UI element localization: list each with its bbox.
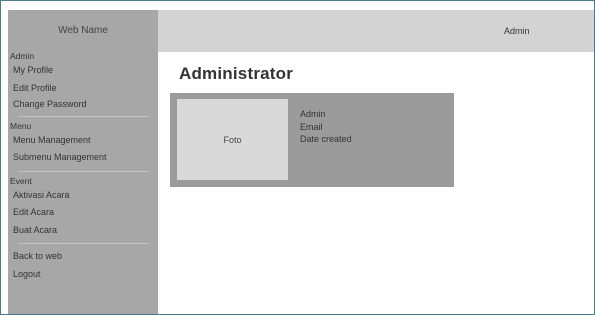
photo-label: Foto — [223, 134, 242, 145]
sidebar-item-my-profile[interactable]: My Profile — [8, 62, 158, 80]
page-title: Administrator — [179, 64, 294, 83]
sidebar-item-menu-management[interactable]: Menu Management — [8, 132, 158, 150]
sidebar-item-edit-profile[interactable]: Edit Profile — [8, 80, 158, 96]
profile-info: Admin Email Date created — [300, 108, 352, 146]
sidebar: Web Name Admin My Profile Edit Profile C… — [8, 10, 158, 314]
sidebar-heading-admin: Admin — [10, 51, 35, 61]
profile-photo: Foto — [177, 99, 288, 180]
sidebar-section-event: Event Aktivasi Acara Edit Acara Buat Aca… — [8, 176, 158, 240]
sidebar-section-menu: Menu Menu Management Submenu Management — [8, 121, 158, 167]
profile-card: Foto Admin Email Date created — [170, 93, 454, 187]
sidebar-item-aktivasi-acara[interactable]: Aktivasi Acara — [8, 187, 158, 205]
sidebar-heading-event: Event — [10, 175, 32, 186]
sidebar-section-footer: Back to web Logout — [8, 248, 158, 283]
app-window: Web Name Admin My Profile Edit Profile C… — [0, 0, 595, 315]
profile-name: Admin — [300, 109, 326, 119]
sidebar-divider — [18, 243, 148, 244]
sidebar-heading-menu: Menu — [10, 120, 32, 131]
sidebar-item-buat-acara[interactable]: Buat Acara — [8, 222, 158, 240]
sidebar-item-submenu-management[interactable]: Submenu Management — [8, 149, 158, 167]
sidebar-item-change-password[interactable]: Change Password — [8, 96, 158, 112]
profile-email: Email — [300, 121, 323, 132]
user-menu[interactable]: Admin — [504, 10, 530, 52]
sidebar-divider — [18, 170, 148, 172]
sidebar-item-back-to-web[interactable]: Back to web — [8, 248, 158, 266]
profile-date-created: Date created — [300, 134, 352, 144]
sidebar-item-edit-acara[interactable]: Edit Acara — [8, 204, 158, 222]
top-bar: Admin — [158, 10, 594, 52]
brand-name[interactable]: Web Name — [8, 10, 158, 51]
sidebar-item-logout[interactable]: Logout — [8, 266, 158, 284]
sidebar-divider — [18, 115, 148, 117]
sidebar-section-admin: Admin My Profile Edit Profile Change Pas… — [8, 51, 158, 112]
